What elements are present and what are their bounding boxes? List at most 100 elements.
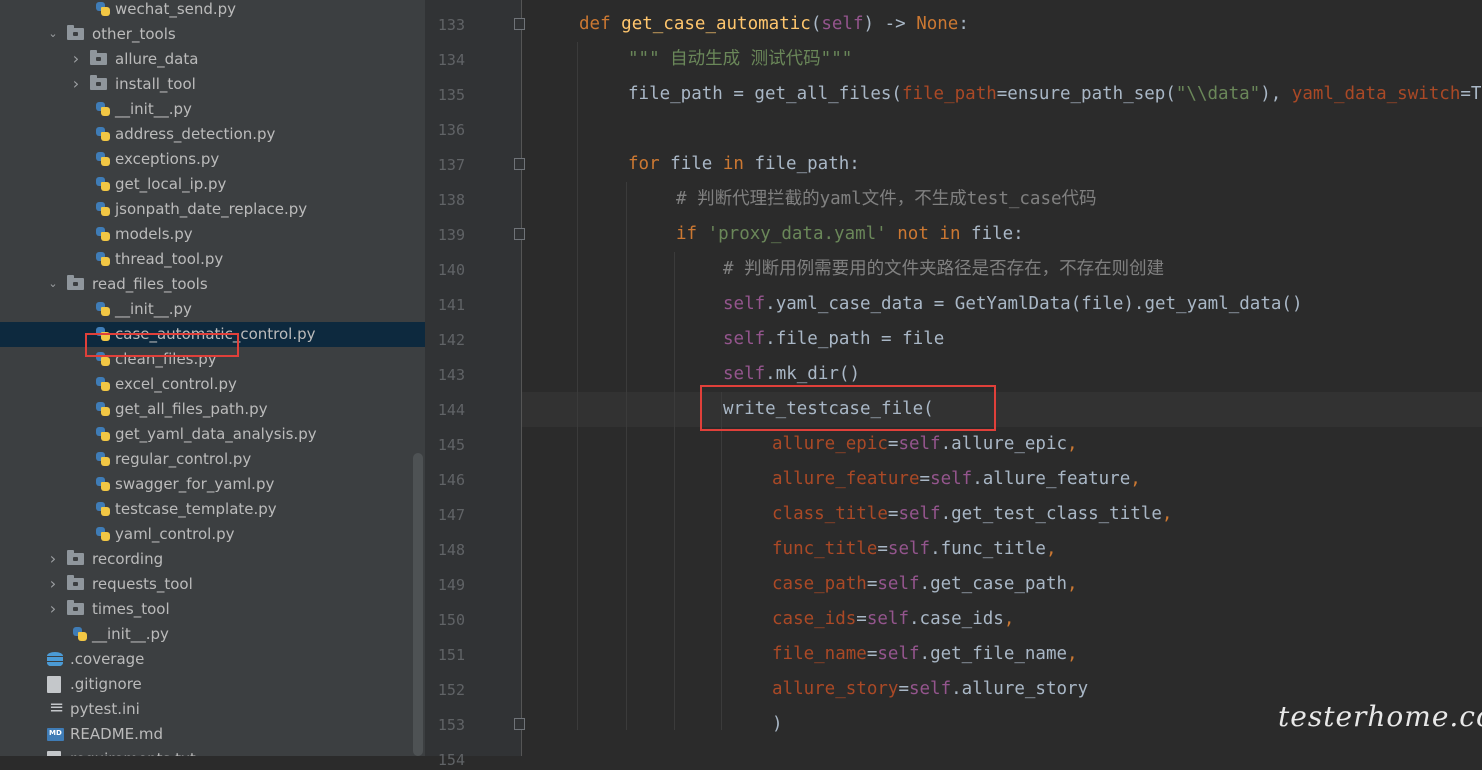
python-file-icon	[95, 451, 112, 468]
tree-item-label: testcase_template.py	[115, 500, 277, 518]
code-text: """ 自动生成 测试代码"""	[628, 49, 852, 69]
code-token: ,	[1003, 609, 1015, 629]
line-number: 133	[437, 16, 465, 34]
tree-file[interactable]: __init__.py	[0, 622, 425, 647]
code-editor[interactable]: def get_case_automatic(self) -> None: """…	[522, 0, 1482, 756]
tree-folder[interactable]: › requests_tool	[0, 572, 425, 597]
tree-folder[interactable]: ⌄ other_tools	[0, 22, 425, 47]
tree-file[interactable]: wechat_send.py	[0, 0, 425, 22]
folder-icon	[90, 75, 107, 90]
code-line[interactable]: self.file_path = file	[522, 322, 1482, 357]
tree-file[interactable]: __init__.py	[0, 297, 425, 322]
code-line[interactable]	[522, 112, 1482, 147]
tree-file[interactable]: get_local_ip.py	[0, 172, 425, 197]
tree-file[interactable]: thread_tool.py	[0, 247, 425, 272]
code-token: file_name	[772, 644, 867, 664]
code-line[interactable]: allure_feature=self.allure_feature,	[522, 462, 1482, 497]
tree-file[interactable]: .coverage	[0, 647, 425, 672]
tree-file[interactable]: swagger_for_yaml.py	[0, 472, 425, 497]
folder-icon	[67, 25, 84, 40]
tree-file[interactable]: models.py	[0, 222, 425, 247]
fold-marker-icon[interactable]	[514, 18, 525, 30]
tree-file[interactable]: excel_control.py	[0, 372, 425, 397]
tree-folder[interactable]: › times_tool	[0, 597, 425, 622]
code-line[interactable]: func_title=self.func_title,	[522, 532, 1482, 567]
chevron-right-icon[interactable]: ›	[47, 601, 59, 617]
code-line[interactable]: # 判断用例需要用的文件夹路径是否存在，不存在则创建	[522, 252, 1482, 287]
tree-item-label: wechat_send.py	[115, 0, 237, 18]
code-text: # 判断代理拦截的yaml文件，不生成test_case代码	[676, 189, 1097, 209]
code-line[interactable]: class_title=self.get_test_class_title,	[522, 497, 1482, 532]
chevron-right-icon[interactable]: ›	[70, 51, 82, 67]
code-token: ,	[1067, 434, 1078, 454]
code-line[interactable]: file_name=self.get_file_name,	[522, 637, 1482, 672]
code-line[interactable]: file_path = get_all_files(file_path=ensu…	[522, 77, 1482, 112]
code-line[interactable]: def get_case_automatic(self) -> None:	[522, 7, 1482, 42]
code-token: .file_path = file	[765, 329, 945, 349]
tree-item-label: __init__.py	[115, 300, 192, 318]
fold-marker-icon[interactable]	[514, 158, 525, 170]
tree-folder[interactable]: › allure_data	[0, 47, 425, 72]
tree-file[interactable]: get_yaml_data_analysis.py	[0, 422, 425, 447]
tree-file[interactable]: regular_control.py	[0, 447, 425, 472]
tree-folder[interactable]: › install_tool	[0, 72, 425, 97]
code-line[interactable]: for file in file_path:	[522, 147, 1482, 182]
tree-file[interactable]: .gitignore	[0, 672, 425, 697]
tree-file[interactable]: exceptions.py	[0, 147, 425, 172]
code-token: None	[916, 14, 959, 34]
fold-marker-icon[interactable]	[514, 718, 525, 730]
code-line[interactable]: self.mk_dir()	[522, 357, 1482, 392]
code-token: self	[866, 609, 909, 629]
chevron-right-icon[interactable]: ›	[47, 576, 59, 592]
code-token: =ensure_path_sep(	[996, 84, 1176, 104]
code-token: class_title	[772, 504, 888, 524]
code-text: self.mk_dir()	[723, 364, 860, 384]
tree-folder[interactable]: ⌄ read_files_tools	[0, 272, 425, 297]
code-text: allure_epic=self.allure_epic,	[772, 434, 1078, 454]
chevron-down-icon[interactable]: ⌄	[47, 26, 59, 42]
tree-folder[interactable]: › recording	[0, 547, 425, 572]
chevron-right-icon[interactable]: ›	[70, 76, 82, 92]
code-token: file	[670, 154, 723, 174]
tree-item-label: models.py	[115, 225, 193, 243]
code-line[interactable]: """ 自动生成 测试代码"""	[522, 42, 1482, 77]
code-line[interactable]: case_path=self.get_case_path,	[522, 567, 1482, 602]
line-number: 139	[437, 226, 465, 244]
tree-file[interactable]: requirements.txt	[0, 747, 425, 756]
code-token: allure_epic	[772, 434, 888, 454]
code-line[interactable]: allure_epic=self.allure_epic,	[522, 427, 1482, 462]
code-line[interactable]: case_ids=self.case_ids,	[522, 602, 1482, 637]
tree-file[interactable]: address_detection.py	[0, 122, 425, 147]
chevron-down-icon[interactable]: ⌄	[47, 276, 59, 292]
code-token: self	[898, 434, 941, 454]
code-text: allure_story=self.allure_story	[772, 679, 1088, 699]
tree-file[interactable]: testcase_template.py	[0, 497, 425, 522]
python-file-icon	[95, 176, 112, 193]
tree-file[interactable]: pytest.ini	[0, 697, 425, 722]
code-token: ) ->	[863, 14, 917, 34]
code-line[interactable]: self.yaml_case_data = GetYamlData(file).…	[522, 287, 1482, 322]
python-file-icon	[95, 126, 112, 143]
fold-marker-icon[interactable]	[514, 228, 525, 240]
tree-file[interactable]: get_all_files_path.py	[0, 397, 425, 422]
tree-item-label: jsonpath_date_replace.py	[115, 200, 308, 218]
code-token: =	[887, 504, 899, 524]
python-file-icon	[95, 151, 112, 168]
tree-file[interactable]: README.md	[0, 722, 425, 747]
code-line[interactable]: if 'proxy_data.yaml' not in file:	[522, 217, 1482, 252]
code-token: def	[579, 14, 622, 34]
tree-item-label: .gitignore	[70, 675, 142, 693]
tree-file[interactable]: __init__.py	[0, 97, 425, 122]
line-number: 140	[437, 261, 465, 279]
code-text: if 'proxy_data.yaml' not in file:	[676, 224, 1024, 244]
code-line[interactable]	[522, 742, 1482, 756]
tree-file[interactable]: jsonpath_date_replace.py	[0, 197, 425, 222]
tree-scrollbar[interactable]	[413, 453, 423, 756]
code-line[interactable]: write_testcase_file(	[522, 392, 1482, 427]
code-line[interactable]: # 判断代理拦截的yaml文件，不生成test_case代码	[522, 182, 1482, 217]
tree-file[interactable]: yaml_control.py	[0, 522, 425, 547]
python-file-icon	[95, 251, 112, 268]
python-file-icon	[95, 401, 112, 418]
code-text: file_name=self.get_file_name,	[772, 644, 1078, 664]
chevron-right-icon[interactable]: ›	[47, 551, 59, 567]
